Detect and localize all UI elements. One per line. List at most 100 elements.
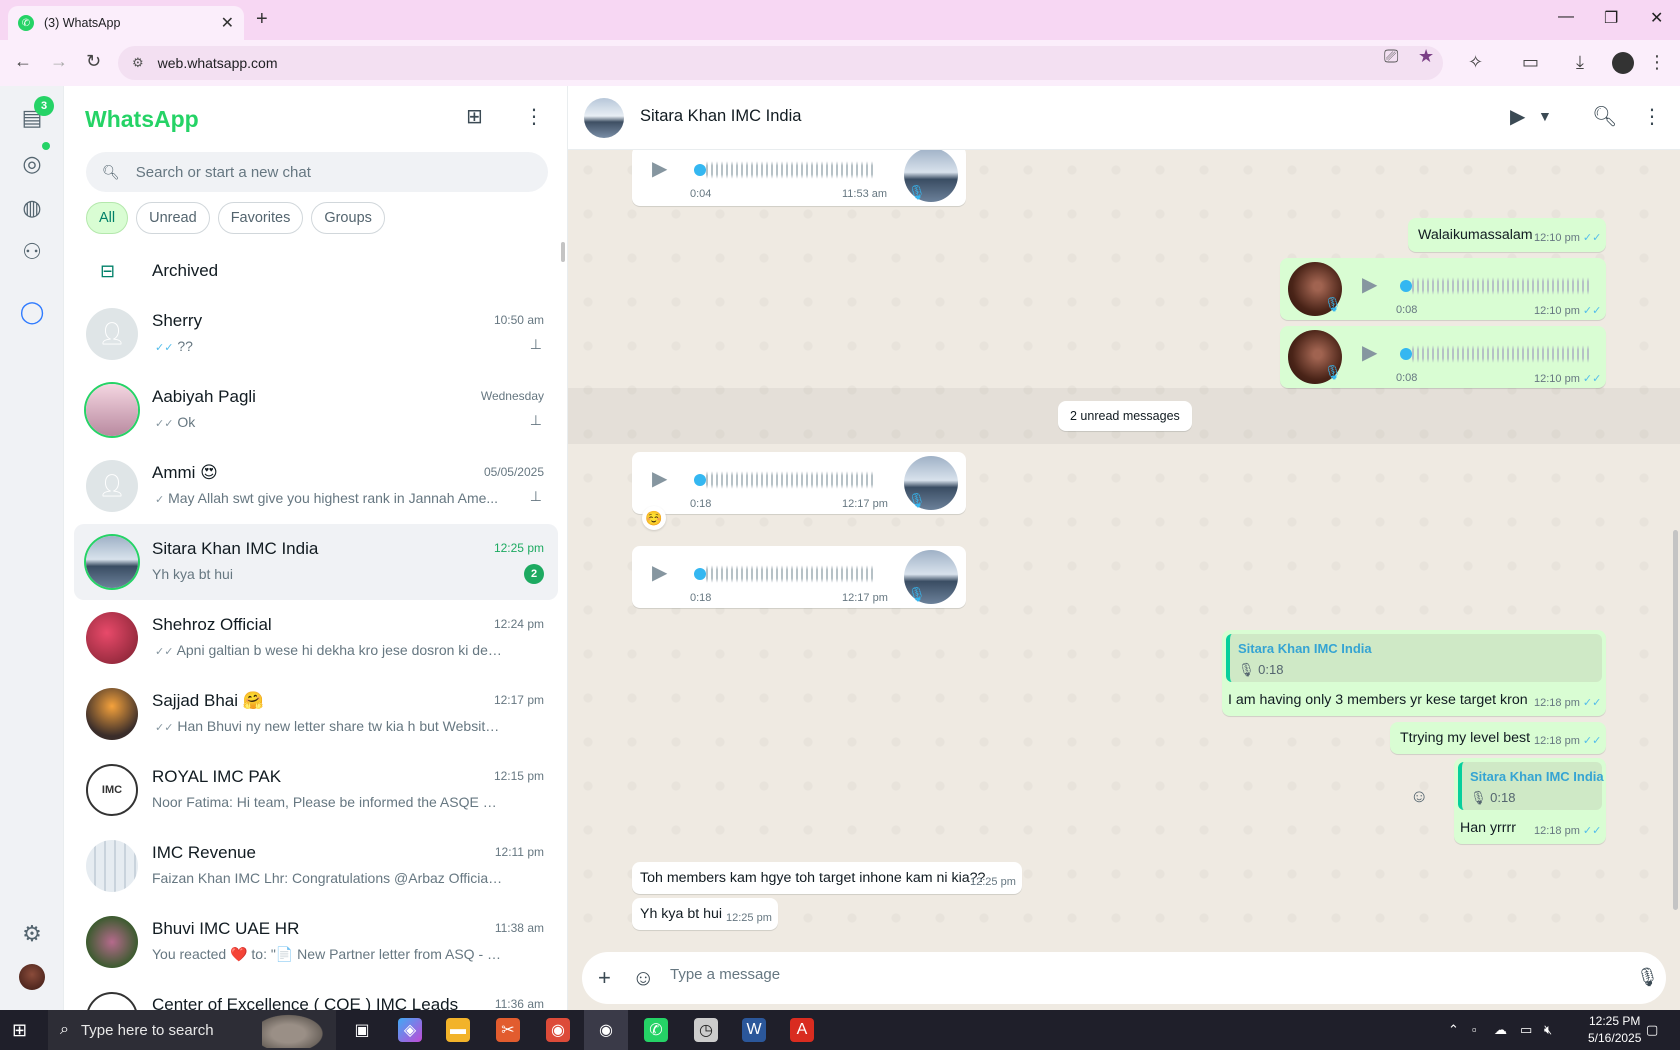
conversation-scrollbar[interactable]: [1673, 530, 1678, 910]
my-profile-avatar[interactable]: [19, 964, 45, 990]
attach-plus-icon[interactable]: +: [598, 965, 611, 991]
nav-rail: ▤ 3 ◎ ◍ ⚇ ◯ ⚙: [0, 86, 64, 1010]
chrome-icon[interactable]: ◉: [546, 1018, 570, 1042]
tray-meet-icon[interactable]: ▫: [1472, 1022, 1477, 1037]
voice-progress-dot[interactable]: [694, 474, 706, 486]
contact-avatar[interactable]: [584, 98, 624, 138]
message-list[interactable]: ▶ 0:04 11:53 am 🎙︎ Walaikumassalam 12:10…: [568, 150, 1680, 944]
word-icon[interactable]: W: [742, 1018, 766, 1042]
onedrive-icon[interactable]: ☁: [1494, 1022, 1507, 1038]
archived-row[interactable]: ⊟ Archived: [64, 246, 567, 296]
emoji-reaction-icon[interactable]: ☺: [1410, 786, 1428, 807]
snipping-tool-icon[interactable]: ✂: [496, 1018, 520, 1042]
search-icon[interactable]: 🔍︎: [1592, 104, 1617, 129]
profile-avatar[interactable]: [1612, 52, 1634, 74]
play-icon[interactable]: ▶: [652, 156, 667, 181]
play-icon[interactable]: ▶: [652, 466, 667, 491]
contact-avatar: [86, 840, 138, 892]
site-info-icon[interactable]: ⚙: [132, 55, 144, 71]
filter-groups[interactable]: Groups: [311, 202, 385, 234]
minimize-icon[interactable]: —: [1558, 8, 1574, 26]
sticker-emoji-icon[interactable]: ☺: [632, 965, 654, 991]
filter-unread[interactable]: Unread: [136, 202, 210, 234]
extensions-icon[interactable]: ✧: [1468, 52, 1483, 73]
browser-tab-whatsapp[interactable]: ✆ (3) WhatsApp ✕: [8, 6, 244, 40]
search-input[interactable]: [135, 163, 536, 181]
downloads-icon[interactable]: ⤓: [1576, 52, 1584, 73]
voice-message-outgoing: 🎙︎ ▶ 0:08 12:10 pm ✓✓: [1280, 258, 1606, 320]
maximize-icon[interactable]: ❐: [1604, 8, 1618, 28]
whatsapp-taskbar-icon[interactable]: ✆: [644, 1018, 668, 1042]
cast-icon[interactable]: ▭: [1522, 52, 1539, 73]
notifications-icon[interactable]: ▢: [1646, 1022, 1658, 1038]
bookmark-star-icon[interactable]: ★: [1418, 46, 1434, 67]
settings-icon[interactable]: ⚙: [12, 914, 52, 954]
tab-close-icon[interactable]: ✕: [221, 13, 234, 33]
message-input[interactable]: [670, 966, 1570, 983]
channels-icon[interactable]: ◍: [12, 188, 52, 228]
clock-app-icon[interactable]: ◷: [694, 1018, 718, 1042]
voice-waveform[interactable]: [1412, 275, 1592, 297]
chat-item-sitara[interactable]: Sitara Khan IMC India 12:25 pm Yh kya bt…: [74, 524, 558, 600]
play-icon[interactable]: ▶: [1362, 340, 1377, 365]
reaction-emoji[interactable]: ☺️: [642, 506, 666, 530]
search-box[interactable]: 🔍︎: [86, 152, 548, 192]
acrobat-icon[interactable]: A: [790, 1018, 814, 1042]
sidebar-scrollbar[interactable]: [561, 242, 565, 262]
contact-name[interactable]: Sitara Khan IMC India: [640, 107, 801, 126]
play-icon[interactable]: ▶: [1362, 272, 1377, 297]
install-app-icon[interactable]: ⎚: [1384, 46, 1398, 67]
quoted-message[interactable]: Sitara Khan IMC India 🎙︎ 0:18: [1458, 762, 1604, 810]
voice-progress-dot[interactable]: [1400, 280, 1412, 292]
filter-all[interactable]: All: [86, 202, 129, 234]
chat-item-aabiyah[interactable]: Aabiyah Pagli Wednesday ✓✓ Ok ⊥: [74, 372, 558, 448]
chevron-down-icon[interactable]: ▼: [1538, 108, 1552, 124]
voice-progress-dot[interactable]: [694, 568, 706, 580]
network-icon[interactable]: ▭: [1520, 1022, 1532, 1038]
browser-menu-icon[interactable]: ⋮: [1648, 52, 1666, 73]
close-window-icon[interactable]: ✕: [1650, 8, 1663, 28]
voice-waveform[interactable]: [1412, 343, 1592, 365]
address-bar[interactable]: ⚙ web.whatsapp.com: [118, 46, 1443, 80]
chat-item-sajjad[interactable]: Sajjad Bhai 🤗 12:17 pm ✓✓ Han Bhuvi ny n…: [74, 676, 558, 752]
browser-tabstrip: ✆ (3) WhatsApp ✕ + — ❐ ✕: [0, 0, 1680, 40]
chat-item-bhuvi[interactable]: Bhuvi IMC UAE HR 11:38 am You reacted ❤️…: [74, 904, 558, 980]
windows-start-icon[interactable]: ⊞: [12, 1020, 27, 1041]
video-call-icon[interactable]: ▶︎: [1510, 104, 1525, 129]
conversation-header[interactable]: Sitara Khan IMC India ▶︎ ▼ 🔍︎ ⋮: [568, 86, 1680, 150]
chat-item-coe[interactable]: Center of Excellence ( COE ) IMC Leads 1…: [74, 980, 558, 1010]
delivered-ticks-icon: ✓✓: [155, 722, 174, 734]
file-explorer-icon[interactable]: ▬: [446, 1018, 470, 1042]
voice-progress-dot[interactable]: [694, 164, 706, 176]
contact-avatar: [86, 992, 138, 1010]
status-icon[interactable]: ◎: [12, 144, 52, 184]
play-icon[interactable]: ▶: [652, 560, 667, 585]
tray-chevron-icon[interactable]: ⌃: [1448, 1022, 1459, 1038]
chat-menu-icon[interactable]: ⋮: [1642, 104, 1662, 129]
chat-item-imc-revenue[interactable]: IMC Revenue 12:11 pm Faizan Khan IMC Lhr…: [74, 828, 558, 904]
voice-waveform[interactable]: [706, 469, 876, 491]
quoted-message[interactable]: Sitara Khan IMC India 🎙︎ 0:18: [1226, 634, 1602, 682]
chat-item-shehroz[interactable]: Shehroz Official 12:24 pm ✓✓ Apni galtia…: [74, 600, 558, 676]
voice-progress-dot[interactable]: [1400, 348, 1412, 360]
meta-ai-icon[interactable]: ◯: [12, 292, 52, 332]
chat-item-ammi[interactable]: 👤︎ Ammi 😍 05/05/2025 ✓ May Allah swt giv…: [74, 448, 558, 524]
taskbar-clock[interactable]: 12:25 PM 5/16/2025: [1588, 1013, 1641, 1047]
voice-waveform[interactable]: [706, 563, 876, 585]
task-view-icon[interactable]: ▣: [350, 1018, 374, 1042]
voice-waveform[interactable]: [706, 159, 876, 181]
chrome-active-icon[interactable]: ◉: [584, 1010, 628, 1050]
filter-favorites[interactable]: Favorites: [217, 202, 304, 234]
communities-icon[interactable]: ⚇: [12, 232, 52, 272]
new-chat-icon[interactable]: ⊞: [466, 104, 483, 129]
new-tab-icon[interactable]: +: [256, 8, 268, 31]
chat-item-sherry[interactable]: 👤︎ Sherry 10:50 am ✓✓ ?? ⊥: [74, 296, 558, 372]
chat-item-royal-imc[interactable]: IMC ROYAL IMC PAK 12:15 pm Noor Fatima: …: [74, 752, 558, 828]
forward-icon[interactable]: →: [50, 51, 68, 72]
voice-record-icon[interactable]: 🎙︎: [1636, 967, 1659, 988]
volume-muted-icon[interactable]: 🔇︎: [1544, 1022, 1552, 1038]
reload-icon[interactable]: ↻: [86, 51, 101, 72]
sidebar-menu-icon[interactable]: ⋮: [524, 104, 544, 129]
back-icon[interactable]: ←: [14, 51, 32, 72]
copilot-icon[interactable]: ◈: [398, 1018, 422, 1042]
